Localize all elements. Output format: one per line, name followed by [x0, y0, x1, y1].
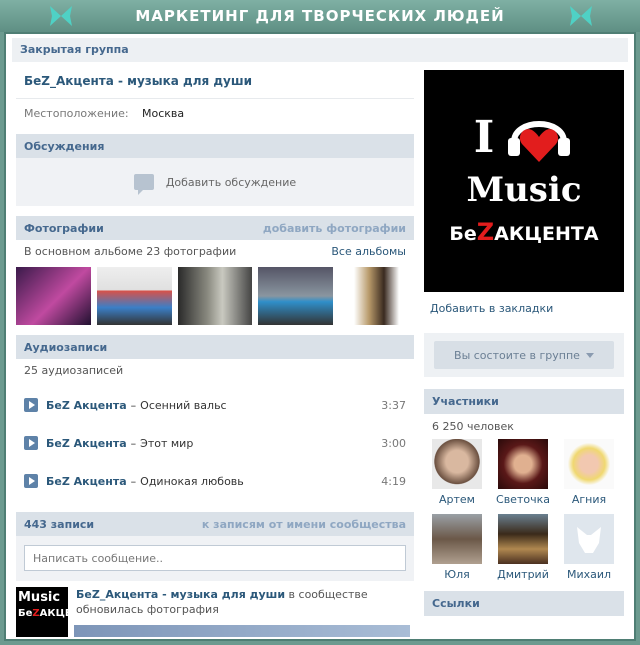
photos-section: Фотографии добавить фотографии В основно… [16, 216, 414, 333]
default-avatar-icon [577, 527, 601, 553]
butterfly-icon [50, 6, 72, 26]
member-name[interactable]: Светочка [496, 489, 550, 510]
audio-count: 25 аудиозаписей [24, 364, 124, 377]
track-artist[interactable]: БеZ Акцента [46, 437, 127, 450]
location-value[interactable]: Москва [142, 107, 184, 120]
add-discussion-label: Добавить обсуждение [165, 175, 297, 189]
play-icon[interactable] [24, 398, 38, 412]
all-albums-link[interactable]: Все альбомы [331, 245, 406, 258]
member-card[interactable]: Дмитрий [490, 514, 556, 585]
photos-header: Фотографии добавить фотографии [16, 216, 414, 240]
wall-input-area: Написать сообщение.. [16, 536, 414, 581]
audio-track[interactable]: БеZ Акцента – Осенний вальс 3:37 [16, 386, 414, 424]
community-posts-link[interactable]: к записям от имени сообщества [202, 518, 406, 531]
members-count[interactable]: 6 250 человек [424, 414, 624, 439]
members-header[interactable]: Участники [424, 389, 624, 414]
member-card[interactable]: Артем [424, 439, 490, 510]
post-description: обновилась фотография [76, 603, 219, 616]
wall-section: 443 записи к записям от имени сообщества… [16, 512, 414, 639]
track-title: Этот мир [140, 436, 194, 450]
member-name[interactable]: Артем [439, 489, 475, 510]
audio-track[interactable]: БеZ Акцента – Одинокая любовь 4:19 [16, 462, 414, 500]
member-card[interactable]: Светочка [490, 439, 556, 510]
wall-message-input[interactable]: Написать сообщение.. [24, 545, 406, 571]
banner: МАРКЕТИНГ ДЛЯ ТВОРЧЕСКИХ ЛЮДЕЙ [0, 0, 640, 32]
wall-post: Music БеZАКЦЕ БеZ_Акцента - музыка для д… [16, 581, 414, 639]
avatar[interactable] [564, 514, 614, 564]
track-duration: 3:00 [381, 436, 406, 450]
location-row: Местоположение: Москва [16, 98, 414, 128]
photo-thumbnail[interactable] [177, 267, 253, 325]
location-label: Местоположение: [24, 107, 129, 120]
photo-thumbnail[interactable] [339, 267, 414, 325]
avatar[interactable] [498, 439, 548, 489]
banner-title: МАРКЕТИНГ ДЛЯ ТВОРЧЕСКИХ ЛЮДЕЙ [135, 7, 505, 25]
cover-music: Music [466, 170, 582, 210]
page-frame: Закрытая группа БеZ_Акцента - музыка для… [4, 32, 636, 641]
member-name[interactable]: Дмитрий [497, 564, 549, 585]
track-dash: – [130, 474, 137, 488]
avatar[interactable] [432, 514, 482, 564]
post-image[interactable] [74, 625, 410, 637]
member-card[interactable]: Юля [424, 514, 490, 585]
wall-header: 443 записи к записям от имени сообщества [16, 512, 414, 536]
post-author[interactable]: БеZ_Акцента - музыка для души [76, 588, 285, 601]
discussions-header[interactable]: Обсуждения [16, 134, 414, 158]
member-name[interactable]: Юля [444, 564, 470, 585]
group-cover[interactable]: I Music БеZАКЦЕНТА [424, 70, 624, 292]
butterfly-icon [570, 6, 592, 26]
album-info: В основном альбоме 23 фотографии [24, 245, 237, 258]
track-artist[interactable]: БеZ Акцента [46, 399, 127, 412]
heart-headphones-icon [508, 121, 571, 162]
post-avatar[interactable]: Music БеZАКЦЕ [16, 587, 72, 637]
group-name: БеZ_Акцента - музыка для души [24, 74, 253, 88]
links-header[interactable]: Ссылки [424, 591, 624, 616]
member-name[interactable]: Агния [572, 489, 606, 510]
members-grid: Артем Светочка Агния Юля Дмитрий Михаил [424, 439, 624, 585]
track-duration: 4:19 [381, 474, 406, 488]
speech-bubble-icon [133, 174, 154, 195]
avatar[interactable] [432, 439, 482, 489]
left-column: БеZ_Акцента - музыка для души Местополож… [16, 70, 414, 639]
avatar[interactable] [498, 514, 548, 564]
photo-thumbnail[interactable] [16, 267, 91, 325]
audio-header[interactable]: Аудиозаписи [16, 335, 414, 359]
track-list: БеZ Акцента – Осенний вальс 3:37 БеZ Акц… [16, 382, 414, 500]
add-photos-link[interactable]: добавить фотографии [263, 222, 406, 235]
membership-box: Вы состоите в группе [424, 333, 624, 377]
membership-button[interactable]: Вы состоите в группе [434, 341, 614, 369]
cover-i: I [473, 111, 495, 163]
add-discussion[interactable]: Добавить обсуждение [16, 158, 414, 206]
track-title: Одинокая любовь [140, 474, 244, 488]
play-icon[interactable] [24, 436, 38, 450]
avatar[interactable] [564, 439, 614, 489]
track-artist[interactable]: БеZ Акцента [46, 475, 127, 488]
wall-count[interactable]: 443 записи [24, 518, 94, 531]
track-duration: 3:37 [381, 398, 406, 412]
track-dash: – [130, 398, 137, 412]
member-card[interactable]: Агния [556, 439, 622, 510]
right-column: I Music БеZАКЦЕНТА Добавить в закладки В… [424, 70, 624, 616]
discussions-section: Обсуждения Добавить обсуждение [16, 134, 414, 206]
photos-title[interactable]: Фотографии [24, 222, 104, 235]
audio-section: Аудиозаписи 25 аудиозаписей БеZ Акцента … [16, 335, 414, 500]
track-title: Осенний вальс [140, 398, 227, 412]
photo-thumbnail[interactable] [258, 267, 334, 325]
photo-thumbnail[interactable] [96, 267, 172, 325]
track-dash: – [130, 436, 137, 450]
album-row: В основном альбоме 23 фотографии Все аль… [16, 240, 414, 263]
cover-headline: I [474, 108, 575, 166]
member-card[interactable]: Михаил [556, 514, 622, 585]
audio-track[interactable]: БеZ Акцента – Этот мир 3:00 [16, 424, 414, 462]
photo-strip [16, 263, 414, 333]
add-bookmark-link[interactable]: Добавить в закладки [424, 292, 624, 333]
chevron-down-icon [585, 352, 594, 358]
member-name[interactable]: Михаил [567, 564, 611, 585]
cover-brand: БеZАКЦЕНТА [449, 218, 599, 246]
play-icon[interactable] [24, 474, 38, 488]
group-type-label: Закрытая группа [12, 38, 628, 62]
